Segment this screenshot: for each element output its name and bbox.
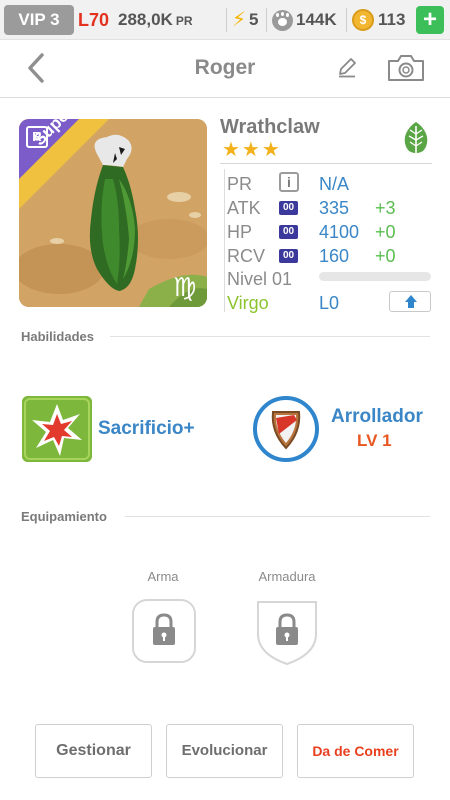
- hp-value: 4100: [319, 222, 360, 242]
- divider: [220, 163, 432, 164]
- atk-badge: 00: [279, 201, 298, 215]
- skill-arrollador-level: LV 1: [357, 431, 392, 450]
- food-count: 144K: [296, 10, 337, 29]
- weapon-slot[interactable]: [131, 598, 197, 664]
- hp-badge: 00: [279, 225, 298, 239]
- atk-bonus: +3: [375, 198, 396, 218]
- add-coins-button[interactable]: +: [416, 6, 444, 34]
- coin-count: 113: [378, 10, 406, 29]
- divider: [224, 169, 225, 312]
- armor-slot[interactable]: [254, 598, 320, 666]
- rarity-badge: R: [26, 126, 48, 148]
- manage-button[interactable]: Gestionar: [35, 724, 152, 778]
- pr-label: PR: [227, 174, 253, 194]
- vip-badge[interactable]: VIP 3: [4, 5, 74, 35]
- level-progress-bar: [319, 272, 431, 281]
- sign-level: L0: [319, 293, 340, 313]
- divider: [226, 8, 227, 32]
- hp-label: HP: [227, 222, 253, 242]
- energy-count: 5: [249, 10, 259, 29]
- creature-name: Wrathclaw: [220, 116, 320, 138]
- feed-button[interactable]: Da de Comer: [297, 724, 414, 778]
- paw-icon: [272, 10, 293, 31]
- pr-info-button[interactable]: i: [279, 172, 299, 192]
- rcv-label: RCV: [227, 246, 266, 266]
- rcv-badge: 00: [279, 249, 298, 263]
- armor-label: Armadura: [258, 569, 316, 584]
- star-rating: ★★★: [222, 139, 282, 161]
- power-value: 288,0K: [118, 10, 173, 29]
- level-label: Nivel 01: [227, 269, 293, 289]
- weapon-label: Arma: [147, 569, 179, 584]
- sacrifice-skill-icon[interactable]: [22, 396, 92, 462]
- shield-skill-icon[interactable]: [253, 396, 319, 462]
- rcv-bonus: +0: [375, 246, 396, 266]
- atk-label: ATK: [227, 198, 261, 218]
- back-arrow-icon[interactable]: [26, 53, 46, 83]
- evolve-button[interactable]: Evolucionar: [166, 724, 283, 778]
- equipment-header: Equipamiento: [21, 509, 107, 524]
- lightning-icon: ⚡: [232, 9, 247, 31]
- camera-icon[interactable]: [386, 53, 426, 83]
- player-level: L70: [78, 10, 110, 30]
- leaf-element-icon: [404, 122, 428, 154]
- skills-header: Habilidades: [21, 329, 94, 344]
- upgrade-arrow-button[interactable]: [389, 291, 431, 312]
- sign-label: Virgo: [227, 293, 269, 313]
- divider: [266, 8, 267, 32]
- divider: [346, 8, 347, 32]
- hp-bonus: +0: [375, 222, 396, 242]
- page-title: Roger: [194, 56, 256, 79]
- player-power: 288,0K PR: [118, 5, 193, 35]
- skill-arrollador-name: Arrollador: [331, 406, 423, 427]
- virgo-sign-icon: ♍: [173, 272, 197, 302]
- skill-sacrificio-name: Sacrificio+: [98, 418, 195, 439]
- divider: [125, 516, 430, 517]
- coin-icon: $: [352, 9, 374, 31]
- edit-pencil-icon[interactable]: [336, 56, 358, 78]
- power-unit: PR: [175, 14, 193, 28]
- atk-value: 335: [319, 198, 350, 218]
- pr-value: N/A: [319, 174, 350, 194]
- divider: [110, 336, 430, 337]
- rcv-value: 160: [319, 246, 350, 266]
